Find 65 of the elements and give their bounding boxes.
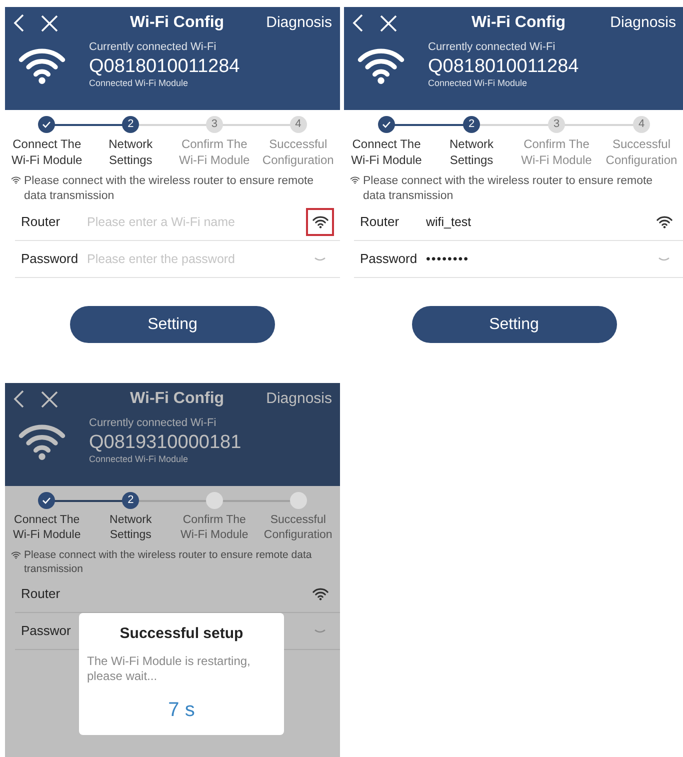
caption-text: Currently connected Wi-Fi xyxy=(89,416,218,431)
network-name: Q0818010011284 xyxy=(428,56,579,78)
step-label: Successful Configuration xyxy=(604,137,678,168)
field-label: Router xyxy=(20,585,62,604)
step-marker: 3 xyxy=(206,116,223,133)
step-label: Successful Configuration xyxy=(261,137,335,168)
notice-text: Please connect with the wireless router to ensure remote data transmission xyxy=(24,174,315,204)
caption-text: Currently connected Wi-Fi xyxy=(428,40,556,55)
network-name: Q0819310000181 xyxy=(89,432,242,454)
caption-text: Connected Wi-Fi Module xyxy=(89,453,190,466)
text-field[interactable]: Please enter a Wi-Fi name xyxy=(87,212,308,232)
password-field[interactable]: Please enter the password xyxy=(87,250,308,268)
field-label: Router xyxy=(359,213,400,232)
back-icon[interactable] xyxy=(352,13,364,33)
caption-text: Currently connected Wi-Fi xyxy=(89,40,218,55)
network-name: Q0818010011284 xyxy=(89,56,240,78)
wifi-icon[interactable] xyxy=(312,587,328,601)
back-icon[interactable] xyxy=(13,13,25,33)
step-label: Connect The Wi-Fi Module xyxy=(350,137,423,168)
setting-button[interactable]: Setting xyxy=(70,306,275,344)
notice-text: Please connect with the wireless router to ensure remote data transmission xyxy=(24,548,313,576)
wifi-icon[interactable] xyxy=(656,215,672,229)
screen-title: Wi-Fi Config xyxy=(129,389,226,409)
diagnosis-link[interactable]: Diagnosis xyxy=(610,12,676,34)
back-icon[interactable] xyxy=(13,389,25,409)
step-label: Network Settings xyxy=(448,137,494,168)
wifi-icon xyxy=(11,176,21,184)
close-icon[interactable] xyxy=(41,390,58,408)
close-icon[interactable] xyxy=(380,14,397,32)
close-icon[interactable] xyxy=(41,14,58,32)
text-field[interactable]: wifi_test xyxy=(426,212,652,232)
step-marker: 2 xyxy=(463,116,480,133)
step-label: Confirm The Wi-Fi Module xyxy=(180,513,250,543)
step-marker: 3 xyxy=(548,116,565,133)
step-label: Confirm The Wi-Fi Module xyxy=(178,137,251,168)
notice-text: Please connect with the wireless router to ensure remote data transmission xyxy=(363,174,654,204)
caption-text: Connected Wi-Fi Module xyxy=(89,77,190,90)
step-label: Network Settings xyxy=(108,513,153,543)
field-label: Password xyxy=(359,250,418,268)
password-field[interactable]: •••••••• xyxy=(426,250,652,268)
countdown-text: 7 s xyxy=(167,698,196,723)
dialog-message: The Wi-Fi Module is restarting, please wait... xyxy=(87,654,252,685)
step-label: Connect The Wi-Fi Module xyxy=(10,137,84,168)
step-marker: 2 xyxy=(122,492,140,509)
field-label: Passwor xyxy=(20,622,72,640)
step-label: Successful Configuration xyxy=(262,513,334,543)
dialog-title: Successful setup xyxy=(118,624,244,644)
wifi-icon xyxy=(11,550,21,559)
field-label: Router xyxy=(20,213,62,232)
highlighted-wifi-button[interactable] xyxy=(308,210,332,234)
step-marker: 4 xyxy=(290,116,307,133)
step-label: Connect The Wi-Fi Module xyxy=(12,513,82,543)
step-marker: 2 xyxy=(122,116,140,133)
wifi-icon[interactable] xyxy=(312,215,328,229)
step-label: Network Settings xyxy=(108,137,154,168)
setting-button[interactable]: Setting xyxy=(412,306,616,344)
diagnosis-link[interactable]: Diagnosis xyxy=(266,12,332,34)
field-label: Password xyxy=(20,250,80,268)
step-label: Confirm The Wi-Fi Module xyxy=(520,137,593,168)
step-marker: 4 xyxy=(633,116,650,133)
screen-title: Wi-Fi Config xyxy=(129,13,226,33)
diagnosis-link[interactable]: Diagnosis xyxy=(266,388,332,410)
screen-title: Wi-Fi Config xyxy=(470,13,567,33)
wifi-icon xyxy=(350,176,360,184)
caption-text: Connected Wi-Fi Module xyxy=(428,77,528,90)
